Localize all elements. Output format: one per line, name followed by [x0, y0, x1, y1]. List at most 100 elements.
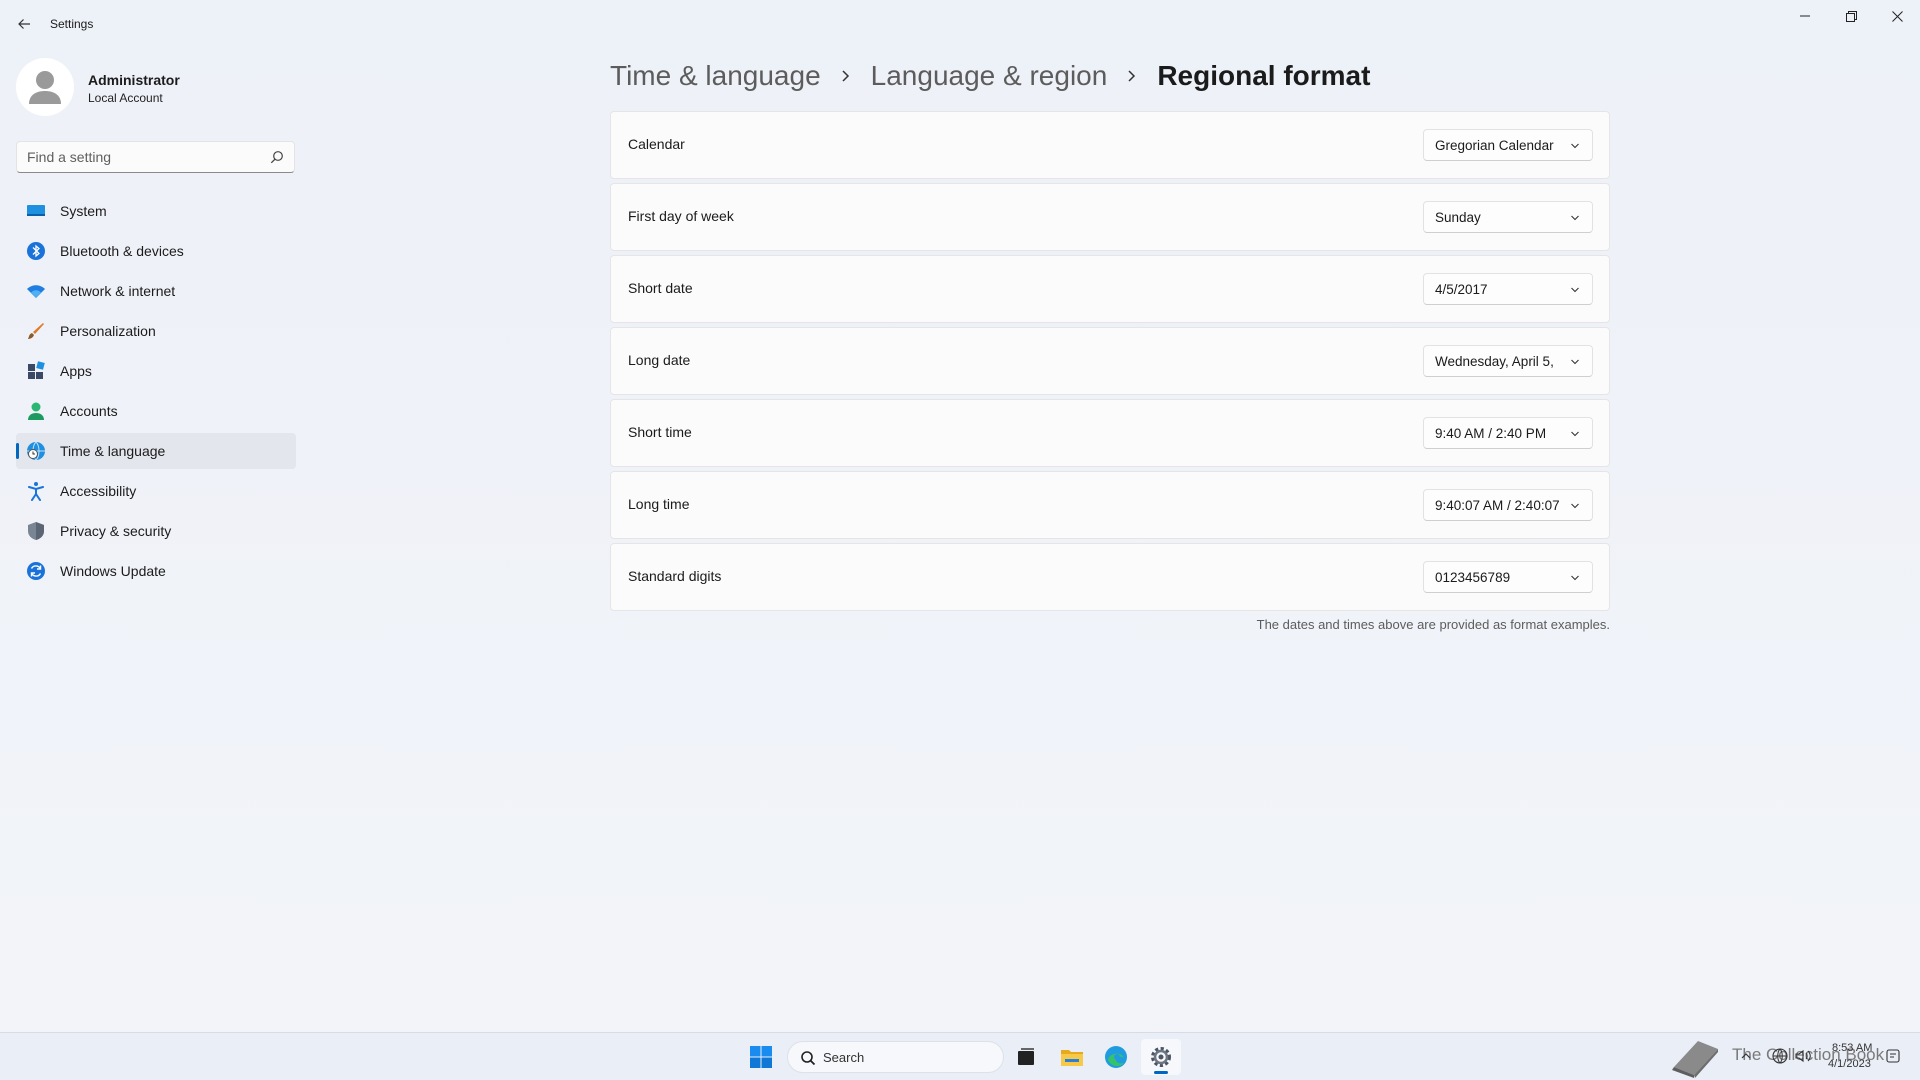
breadcrumb-time-language[interactable]: Time & language: [610, 60, 821, 92]
person-icon: [26, 401, 46, 421]
user-profile[interactable]: Administrator Local Account: [16, 58, 296, 118]
minimize-icon: [1800, 15, 1810, 17]
dropdown-value: Gregorian Calendar: [1435, 138, 1554, 153]
edge-browser-button[interactable]: [1096, 1039, 1136, 1075]
monitor-icon: [26, 201, 46, 221]
user-avatar-icon: [29, 71, 61, 104]
dropdown-value: 4/5/2017: [1435, 282, 1488, 297]
chevron-down-icon: [1571, 503, 1579, 509]
chevron-down-icon: [1571, 143, 1579, 149]
apps-icon: [26, 361, 46, 381]
close-button[interactable]: [1874, 0, 1920, 32]
accessibility-icon: [26, 481, 46, 501]
sidebar-item-system[interactable]: System: [16, 193, 296, 229]
sidebar-item-accounts[interactable]: Accounts: [16, 393, 296, 429]
long-time-dropdown[interactable]: 9:40:07 AM / 2:40:07: [1423, 489, 1593, 521]
breadcrumb: Time & language Language & region Region…: [610, 56, 1370, 96]
short-time-dropdown[interactable]: 9:40 AM / 2:40 PM: [1423, 417, 1593, 449]
setting-label: Standard digits: [628, 568, 722, 584]
chevron-down-icon: [1571, 287, 1579, 293]
clock-date[interactable]: 4/1/2023: [1828, 1058, 1871, 1070]
close-icon: [1891, 10, 1903, 22]
dropdown-value: Sunday: [1435, 210, 1481, 225]
chevron-down-icon: [1571, 359, 1579, 365]
dropdown-value: 9:40:07 AM / 2:40:07: [1435, 498, 1560, 513]
chevron-up-icon[interactable]: [1740, 1050, 1752, 1062]
sidebar-item-apps[interactable]: Apps: [16, 353, 296, 389]
sidebar-item-time-language[interactable]: Time & language: [16, 433, 296, 469]
profile-account-type: Local Account: [88, 91, 163, 105]
minimize-button[interactable]: [1782, 0, 1828, 32]
chevron-down-icon: [1571, 215, 1579, 221]
wifi-icon: [26, 281, 46, 301]
sidebar-item-network[interactable]: Network & internet: [16, 273, 296, 309]
profile-name: Administrator: [88, 72, 180, 88]
sidebar-item-label: Accounts: [60, 403, 118, 419]
taskbar-search-label: Search: [823, 1050, 865, 1065]
brush-icon: [26, 321, 46, 341]
setting-label: Long time: [628, 496, 690, 512]
setting-label: First day of week: [628, 208, 734, 224]
setting-label: Long date: [628, 352, 691, 368]
chevron-down-icon: [1571, 575, 1579, 581]
gear-icon: [1151, 1047, 1171, 1067]
taskbar-search[interactable]: Search: [787, 1041, 1004, 1073]
chevron-right-icon: [841, 69, 851, 83]
search-icon[interactable]: [270, 150, 284, 164]
first-day-of-week-dropdown[interactable]: Sunday: [1423, 201, 1593, 233]
settings-app-button[interactable]: [1141, 1039, 1181, 1075]
settings-search: [16, 141, 295, 173]
search-input[interactable]: [27, 142, 257, 172]
sidebar-item-label: Apps: [60, 363, 92, 379]
sidebar-item-label: Privacy & security: [60, 523, 172, 539]
page-title: Regional format: [1157, 60, 1371, 91]
setting-label: Short time: [628, 424, 692, 440]
network-globe-icon[interactable]: [1771, 1047, 1789, 1065]
sidebar-item-label: Windows Update: [60, 563, 166, 579]
taskbar: Search The Collection Book 8:53 AM 4/1/2…: [0, 1032, 1920, 1080]
update-icon: [26, 561, 46, 581]
long-date-dropdown[interactable]: Wednesday, April 5,: [1423, 345, 1593, 377]
restore-button[interactable]: [1828, 0, 1874, 32]
title-bar: Settings: [0, 0, 1920, 48]
setting-label: Short date: [628, 280, 693, 296]
sidebar-item-privacy[interactable]: Privacy & security: [16, 513, 296, 549]
start-button[interactable]: [741, 1039, 781, 1075]
sidebar-nav: System Bluetooth & devices Network & int…: [16, 193, 296, 593]
calendar-dropdown[interactable]: Gregorian Calendar: [1423, 129, 1593, 161]
setting-card-calendar: Calendar Gregorian Calendar: [610, 111, 1610, 179]
sidebar-item-label: Accessibility: [60, 483, 137, 499]
bluetooth-icon: [26, 241, 46, 261]
sidebar-item-personalization[interactable]: Personalization: [16, 313, 296, 349]
sidebar-item-bluetooth[interactable]: Bluetooth & devices: [16, 233, 296, 269]
breadcrumb-language-region[interactable]: Language & region: [871, 60, 1108, 92]
globe-clock-icon: [26, 441, 46, 461]
shield-icon: [26, 521, 46, 541]
edge-browser-icon: [1105, 1046, 1127, 1068]
sidebar-item-label: System: [60, 203, 107, 219]
volume-icon[interactable]: [1794, 1047, 1812, 1065]
back-button[interactable]: [10, 10, 38, 38]
setting-card-short-time: Short time 9:40 AM / 2:40 PM: [610, 399, 1610, 467]
setting-card-long-date: Long date Wednesday, April 5,: [610, 327, 1610, 395]
short-date-dropdown[interactable]: 4/5/2017: [1423, 273, 1593, 305]
regional-format-settings: Calendar Gregorian Calendar First day of…: [610, 111, 1610, 615]
notification-icon[interactable]: [1884, 1047, 1902, 1065]
sidebar-item-label: Personalization: [60, 323, 156, 339]
clock-time[interactable]: 8:53 AM: [1832, 1042, 1872, 1054]
chevron-down-icon: [1571, 431, 1579, 437]
sidebar-item-windows-update[interactable]: Windows Update: [16, 553, 296, 589]
setting-card-long-time: Long time 9:40:07 AM / 2:40:07: [610, 471, 1610, 539]
sidebar-item-label: Network & internet: [60, 283, 176, 299]
setting-card-short-date: Short date 4/5/2017: [610, 255, 1610, 323]
task-view-button[interactable]: [1006, 1039, 1046, 1075]
avatar: [16, 58, 74, 116]
sidebar-item-accessibility[interactable]: Accessibility: [16, 473, 296, 509]
windows-logo-icon: [750, 1046, 772, 1068]
setting-label: Calendar: [628, 136, 685, 152]
restore-icon: [1845, 10, 1857, 22]
file-explorer-button[interactable]: [1052, 1039, 1092, 1075]
standard-digits-dropdown[interactable]: 0123456789: [1423, 561, 1593, 593]
app-title: Settings: [50, 17, 94, 31]
sidebar-item-label: Bluetooth & devices: [60, 243, 184, 259]
